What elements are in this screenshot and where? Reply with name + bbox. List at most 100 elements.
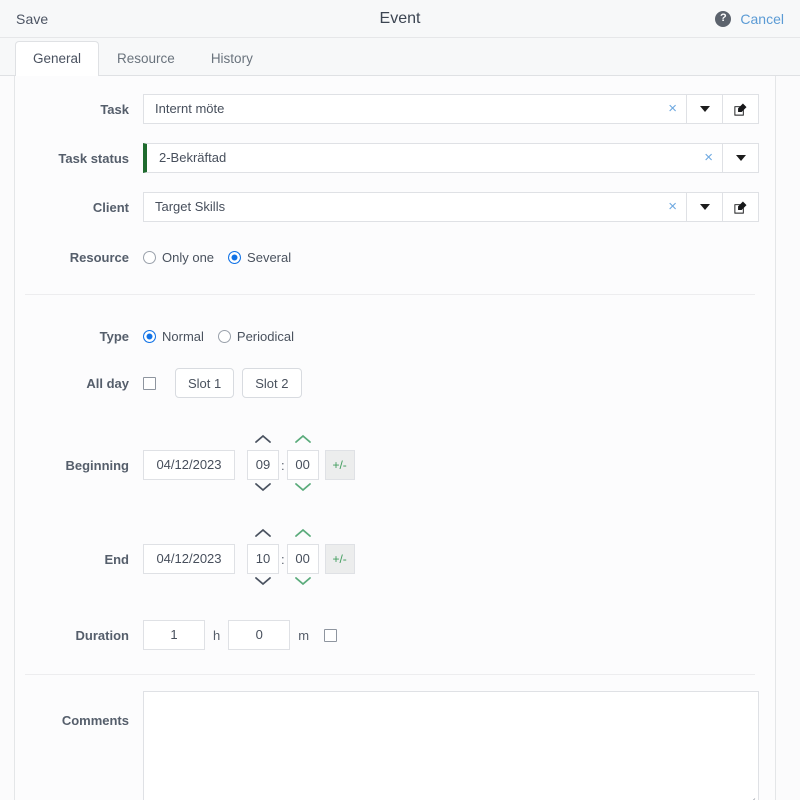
comments-textarea[interactable] — [143, 691, 759, 800]
dialog-title: Event — [379, 9, 421, 27]
end-minute-down-button[interactable] — [293, 574, 313, 592]
beginning-hour-down-button[interactable] — [253, 480, 273, 498]
type-label: Type — [99, 328, 129, 344]
resource-radio-group: Only one Several — [143, 250, 291, 265]
client-value: Target Skills — [155, 199, 226, 214]
task-clear-icon[interactable]: × — [668, 95, 677, 123]
duration-hours-input[interactable]: 1 — [143, 620, 205, 650]
tab-history[interactable]: History — [193, 41, 271, 76]
task-status-clear-icon[interactable]: × — [704, 144, 713, 172]
row-resource: Resource Only one Several — [15, 242, 765, 272]
end-minute-up-button[interactable] — [293, 526, 313, 544]
task-status-combo: 2-Bekräftad × — [143, 143, 759, 173]
event-dialog: Save Event ? Cancel General Resource His… — [0, 0, 800, 800]
row-comments: Comments — [15, 691, 765, 800]
resource-label: Resource — [69, 249, 129, 265]
header-actions: ? Cancel — [715, 10, 784, 27]
chevron-down-icon — [735, 155, 746, 161]
task-status-label: Task status — [58, 150, 129, 166]
task-edit-button[interactable] — [723, 94, 759, 124]
radio-icon — [143, 250, 156, 264]
task-input[interactable]: Internt möte × — [143, 94, 687, 124]
cancel-button[interactable]: Cancel — [740, 11, 784, 27]
task-combo: Internt möte × — [143, 94, 759, 124]
form-panel: Task Internt möte × Task status 2-Bekräf… — [14, 76, 776, 800]
chevron-down-icon — [294, 483, 311, 492]
type-option-periodical[interactable]: Periodical — [217, 328, 294, 344]
all-day-checkbox[interactable] — [143, 376, 156, 390]
resource-option-several[interactable]: Several — [228, 250, 291, 265]
pencil-square-icon — [734, 103, 747, 116]
comments-label: Comments — [61, 713, 129, 728]
beginning-plusminus-button[interactable]: +/- — [324, 450, 355, 480]
radio-icon — [217, 329, 231, 343]
client-label: Client — [92, 199, 129, 215]
chevron-up-icon — [255, 528, 271, 537]
dialog-header: Save Event ? Cancel — [0, 0, 800, 38]
end-hour-input[interactable]: 10 — [247, 544, 279, 574]
row-all-day: All day Slot 1 Slot 2 — [15, 368, 765, 398]
type-option-normal-label: Normal — [162, 328, 204, 344]
type-option-normal[interactable]: Normal — [143, 329, 204, 344]
duration-minutes-input[interactable]: 0 — [228, 620, 291, 650]
chevron-down-icon — [255, 483, 271, 492]
row-end: End 04/12/2023 10: 00 +/- — [15, 526, 765, 592]
duration-hours-unit: h — [213, 627, 221, 643]
type-radio-group: Normal Periodical — [143, 329, 294, 344]
type-option-periodical-label: Periodical — [236, 328, 294, 344]
task-status-input[interactable]: 2-Bekräftad × — [143, 143, 723, 173]
chevron-down-icon — [699, 204, 710, 210]
section-divider-2 — [25, 674, 755, 675]
end-date-input[interactable]: 04/12/2023 — [143, 544, 235, 574]
beginning-minute-down-button[interactable] — [293, 480, 313, 498]
all-day-label: All day — [86, 375, 129, 391]
duration-label: Duration — [75, 627, 129, 643]
client-edit-button[interactable] — [723, 192, 759, 222]
tab-resource[interactable]: Resource — [99, 41, 193, 76]
save-button[interactable]: Save — [16, 11, 48, 27]
duration-minutes-unit: m — [298, 627, 310, 643]
resource-option-only-one[interactable]: Only one — [143, 250, 214, 265]
end-hour-up-button[interactable] — [253, 526, 273, 544]
pencil-square-icon — [734, 201, 747, 214]
task-dropdown-button[interactable] — [687, 94, 723, 124]
tab-bar: General Resource History — [0, 38, 800, 76]
end-label: End — [104, 551, 129, 567]
beginning-minute-up-button[interactable] — [293, 432, 313, 450]
chevron-down-icon — [699, 106, 710, 112]
chevron-up-icon — [294, 528, 311, 537]
row-type: Type Normal Periodical — [15, 321, 765, 351]
help-icon[interactable]: ? — [715, 10, 732, 27]
chevron-up-icon — [294, 434, 311, 443]
chevron-down-icon — [255, 577, 271, 586]
end-datetime: 04/12/2023 10: 00 +/- — [143, 526, 355, 592]
end-minute-input[interactable]: 00 — [286, 544, 319, 574]
client-combo: Target Skills × — [143, 192, 759, 222]
radio-selected-icon — [143, 329, 156, 343]
beginning-date-input[interactable]: 04/12/2023 — [143, 450, 235, 480]
beginning-time-separator: : — [281, 457, 285, 473]
task-status-dropdown-button[interactable] — [723, 143, 759, 173]
beginning-hour-input[interactable]: 09 — [247, 450, 279, 480]
client-clear-icon[interactable]: × — [668, 193, 677, 221]
end-hour-down-button[interactable] — [253, 574, 273, 592]
beginning-label: Beginning — [65, 457, 129, 473]
section-divider-1 — [25, 294, 755, 295]
duration-checkbox[interactable] — [324, 628, 338, 642]
row-task: Task Internt möte × — [15, 94, 765, 124]
tab-general[interactable]: General — [15, 41, 100, 76]
row-duration: Duration 1 h 0 m — [15, 620, 765, 650]
resource-option-several-label: Several — [247, 249, 292, 265]
task-label: Task — [100, 101, 129, 117]
row-client: Client Target Skills × — [15, 192, 765, 222]
client-dropdown-button[interactable] — [687, 192, 723, 222]
slot-1-button[interactable]: Slot 1 — [175, 368, 235, 398]
slot-2-button[interactable]: Slot 2 — [242, 368, 302, 398]
beginning-minute-input[interactable]: 00 — [286, 450, 319, 480]
chevron-down-icon — [294, 577, 311, 586]
beginning-hour-up-button[interactable] — [253, 432, 273, 450]
end-plusminus-button[interactable]: +/- — [324, 544, 355, 574]
beginning-datetime: 04/12/2023 09: 00 +/- — [143, 432, 355, 498]
client-input[interactable]: Target Skills × — [143, 192, 687, 222]
task-status-value: 2-Bekräftad — [159, 150, 227, 165]
